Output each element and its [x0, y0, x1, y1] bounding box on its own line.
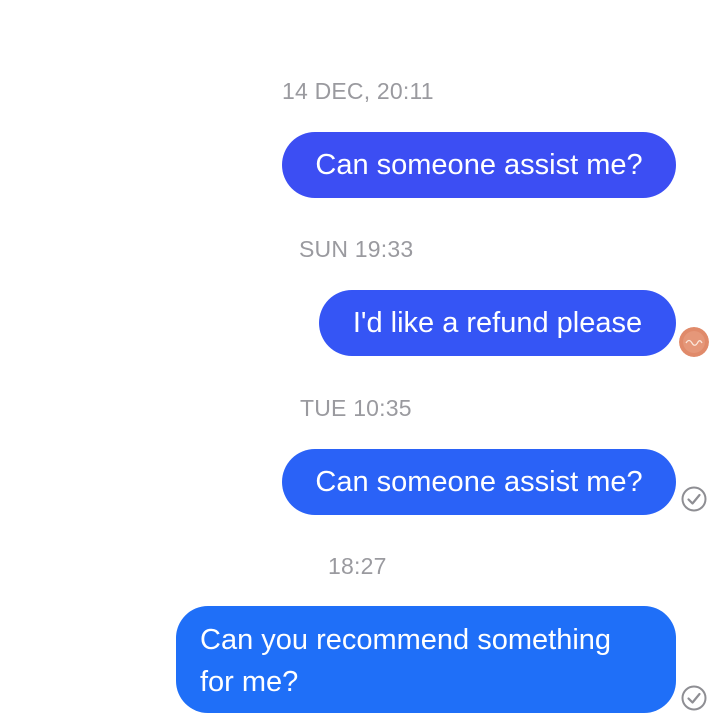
message-timestamp: 14 DEC, 20:11	[282, 78, 434, 104]
outgoing-message-bubble[interactable]: Can you recommend something for me?	[176, 606, 676, 713]
message-timestamp: 18:27	[328, 553, 387, 579]
outgoing-message-bubble[interactable]: Can someone assist me?	[282, 449, 676, 515]
outgoing-message-bubble[interactable]: I'd like a refund please	[319, 290, 676, 356]
seen-avatar	[679, 327, 709, 357]
delivered-check-icon	[681, 486, 707, 512]
message-timestamp: SUN 19:33	[299, 236, 414, 262]
delivered-check-icon	[681, 685, 707, 711]
message-timestamp: TUE 10:35	[300, 395, 412, 421]
outgoing-message-bubble[interactable]: Can someone assist me?	[282, 132, 676, 198]
